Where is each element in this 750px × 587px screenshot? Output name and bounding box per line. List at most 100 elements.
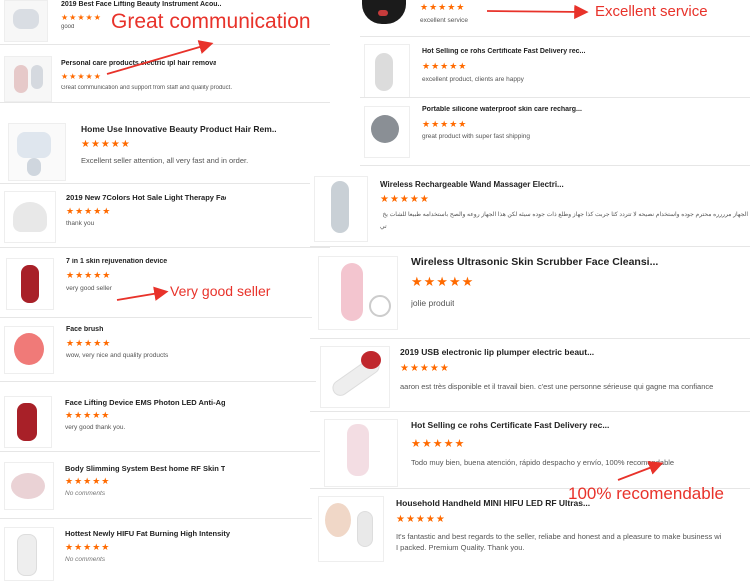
review-text: excellent product, clients are happy	[422, 76, 524, 83]
review-card: Home Use Innovative Beauty Product Hair …	[0, 115, 330, 181]
product-title[interactable]: Home Use Innovative Beauty Product Hair …	[81, 124, 276, 134]
product-title[interactable]: 2019 USB electronic lip plumper electric…	[400, 347, 620, 357]
star-rating: ★★★★★	[411, 438, 466, 450]
review-card: Hot Selling ce rohs Certificate Fast Del…	[360, 40, 750, 98]
product-thumbnail[interactable]	[320, 346, 390, 408]
product-title[interactable]: Portable silicone waterproof skin care r…	[422, 106, 592, 113]
divider	[360, 97, 750, 98]
star-rating: ★★★★★	[65, 410, 111, 420]
review-text-continued: I packed. Premium Quality. Thank you.	[396, 543, 525, 552]
star-rating: ★★★★★	[400, 363, 450, 374]
product-thumbnail[interactable]	[4, 462, 54, 510]
product-title[interactable]: 2019 New 7Colors Hot Sale Light Therapy …	[66, 193, 226, 202]
review-card: Face brush ★★★★★ wow, very nice and qual…	[0, 322, 330, 377]
review-card: Face Lifting Device EMS Photon LED Anti-…	[0, 392, 330, 448]
product-thumbnail[interactable]	[4, 326, 54, 374]
annotation-very-good-seller: Very good seller	[170, 283, 271, 299]
review-text: great product with super fast shipping	[422, 133, 531, 140]
star-rating: ★★★★★	[66, 338, 112, 348]
star-rating: ★★★★★	[61, 72, 102, 81]
product-thumbnail[interactable]	[364, 44, 410, 98]
divider	[310, 338, 750, 339]
product-title[interactable]: Hot Selling ce rohs Certificate Fast Del…	[422, 48, 592, 55]
review-text: Todo muy bien, buena atención, rápido de…	[411, 458, 675, 467]
star-rating: ★★★★★	[396, 514, 446, 525]
product-thumbnail[interactable]	[314, 176, 368, 242]
star-rating: ★★★★★	[411, 274, 475, 289]
review-text: aaron est très disponible et il travail …	[400, 382, 714, 391]
product-title[interactable]: 2019 Best Face Lifting Beauty Instrument…	[61, 1, 221, 8]
review-text: excellent service	[420, 17, 469, 24]
divider	[360, 165, 750, 166]
product-thumbnail[interactable]	[318, 256, 398, 330]
divider	[0, 183, 330, 184]
review-card: Portable silicone waterproof skin care r…	[360, 100, 750, 160]
product-thumbnail[interactable]	[364, 106, 410, 158]
product-title[interactable]: Face Lifting Device EMS Photon LED Anti-…	[65, 398, 225, 407]
star-rating: ★★★★★	[380, 194, 430, 205]
review-card: Hot Selling ce rohs Certificate Fast Del…	[320, 415, 750, 487]
star-rating: ★★★★★	[420, 2, 466, 12]
star-rating: ★★★★★	[422, 61, 468, 71]
review-text: jolie produit	[411, 298, 455, 308]
review-text: thank you	[66, 220, 95, 227]
divider	[360, 36, 750, 37]
product-thumbnail[interactable]	[4, 191, 56, 243]
review-text: very good seller	[66, 285, 112, 292]
divider	[310, 246, 750, 247]
star-rating: ★★★★★	[61, 13, 102, 22]
product-thumbnail[interactable]	[324, 419, 398, 487]
product-title[interactable]: Wireless Ultrasonic Skin Scrubber Face C…	[411, 256, 661, 268]
product-title[interactable]: Face brush	[66, 326, 226, 333]
product-thumbnail[interactable]	[4, 56, 52, 102]
annotation-great-communication: Great communication	[111, 10, 311, 33]
review-text-continued: تي	[380, 224, 387, 230]
divider	[0, 102, 330, 103]
star-rating: ★★★★★	[65, 542, 111, 552]
annotation-excellent-service: Excellent service	[595, 3, 708, 20]
star-rating: ★★★★★	[81, 139, 131, 150]
review-card: Hottest Newly HIFU Fat Burning High Inte…	[0, 523, 330, 585]
review-text: No comments	[65, 556, 106, 563]
product-title[interactable]: Body Slimming System Best home RF Skin T…	[65, 464, 225, 473]
divider	[0, 317, 330, 318]
star-rating: ★★★★★	[65, 476, 111, 486]
product-thumbnail[interactable]	[318, 496, 384, 562]
review-card: 2019 USB electronic lip plumper electric…	[316, 342, 750, 408]
review-card: Wireless Rechargeable Wand Massager Elec…	[310, 172, 750, 242]
product-thumbnail[interactable]	[4, 527, 54, 581]
review-card: Body Slimming System Best home RF Skin T…	[0, 458, 330, 513]
product-title[interactable]: 7 in 1 skin rejuvenation device	[66, 258, 226, 265]
product-title[interactable]: Hot Selling ce rohs Certificate Fast Del…	[411, 420, 641, 430]
divider	[0, 381, 330, 382]
review-card: Wireless Ultrasonic Skin Scrubber Face C…	[312, 252, 750, 332]
product-title[interactable]: Wireless Rechargeable Wand Massager Elec…	[380, 180, 580, 189]
divider	[0, 451, 330, 452]
product-title[interactable]: Personal care products electric ipl hair…	[61, 60, 216, 67]
divider	[310, 411, 750, 412]
review-text: It's fantastic and best regards to the s…	[396, 532, 722, 541]
product-thumbnail[interactable]	[6, 258, 54, 310]
star-rating: ★★★★★	[422, 119, 468, 129]
product-thumbnail[interactable]	[4, 396, 52, 448]
star-rating: ★★★★★	[66, 270, 112, 280]
review-text: Great communication and support from sta…	[61, 85, 232, 91]
divider	[0, 247, 330, 248]
product-title[interactable]: Hottest Newly HIFU Fat Burning High Inte…	[65, 529, 230, 538]
review-text: No comments	[65, 490, 106, 497]
product-thumbnail[interactable]	[8, 123, 66, 181]
review-card: Personal care products electric ipl hair…	[0, 52, 330, 106]
review-card: 7 in 1 skin rejuvenation device ★★★★★ ve…	[0, 254, 330, 314]
product-thumbnail[interactable]	[360, 0, 408, 30]
review-text: wow, very nice and quality products	[66, 352, 169, 359]
review-card: 2019 New 7Colors Hot Sale Light Therapy …	[0, 187, 330, 243]
product-thumbnail[interactable]	[4, 0, 48, 42]
star-rating: ★★★★★	[66, 206, 112, 216]
review-text: Excellent seller attention, all very fas…	[81, 156, 249, 165]
review-text: good	[61, 24, 75, 30]
review-text: very good thank you.	[65, 424, 126, 431]
annotation-recomendable: 100% recomendable	[568, 484, 724, 503]
review-text: الجهاز مرررره محترم جوده واستخدام نصيحه …	[382, 212, 748, 218]
divider	[0, 518, 330, 519]
review-card: Household Handheld MINI HIFU LED RF Ultr…	[312, 492, 750, 587]
